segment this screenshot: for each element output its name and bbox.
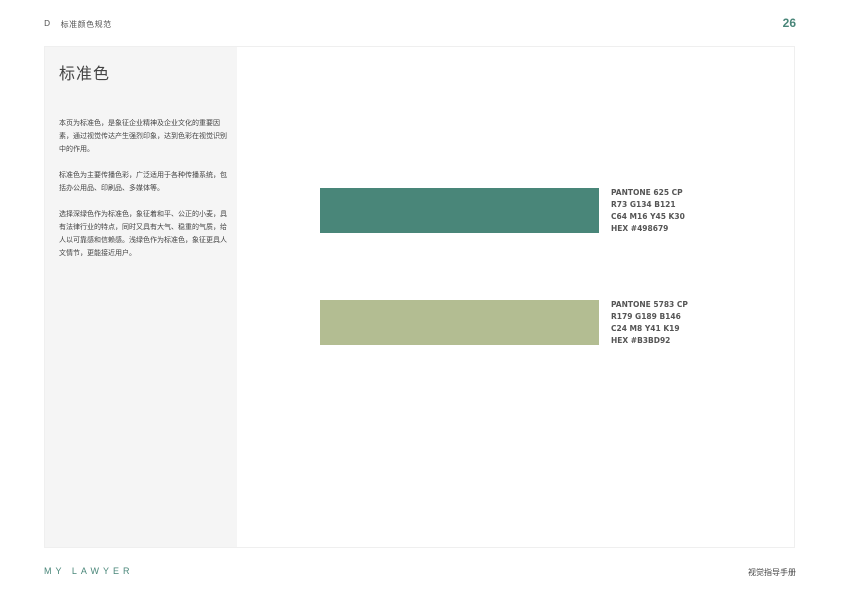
color-spec-primary: PANTONE 625 CP R73 G134 B121 C64 M16 Y45… [611,187,685,235]
brand-logo: MY LAWYER [44,566,134,576]
color-swatch-secondary [320,300,599,345]
color-swatch-primary [320,188,599,233]
page-title: 标准色 [59,64,111,83]
document-title: 视觉指导手册 [748,568,796,577]
pantone-code: PANTONE 5783 CP [611,300,688,309]
section-letter: D [44,19,51,28]
description-paragraph-1: 本页为标准色，是象征企业精神及企业文化的重要因素，通过视觉传达产生强烈印象，达到… [59,119,227,153]
rgb-values: R73 G134 B121 [611,200,676,209]
pantone-code: PANTONE 625 CP [611,188,683,197]
hex-value: HEX #B3BD92 [611,336,671,345]
color-spec-secondary: PANTONE 5783 CP R179 G189 B146 C24 M8 Y4… [611,299,688,347]
description-paragraph-2: 标准色为主要传播色彩，广泛适用于各种传播系统，包括办公用品、印刷品、多媒体等。 [59,171,227,192]
description-panel: 标准色 本页为标准色，是象征企业精神及企业文化的重要因素，通过视觉传达产生强烈印… [45,47,237,547]
page-number: 26 [782,16,796,30]
hex-value: HEX #498679 [611,224,669,233]
section-title: 标准颜色规范 [60,20,112,29]
section-header: D 标准颜色规范 [44,19,112,30]
rgb-values: R179 G189 B146 [611,312,681,321]
description-paragraph-3: 选择深绿色作为标准色，象征着和平、公正的小麦，具有法律行业的特点，同时又具有大气… [59,210,227,257]
cmyk-values: C24 M8 Y41 K19 [611,324,680,333]
page: D 标准颜色规范 26 标准色 本页为标准色，是象征企业精神及企业文化的重要因素… [0,0,842,595]
cmyk-values: C64 M16 Y45 K30 [611,212,685,221]
content-frame: 标准色 本页为标准色，是象征企业精神及企业文化的重要因素，通过视觉传达产生强烈印… [44,46,795,548]
